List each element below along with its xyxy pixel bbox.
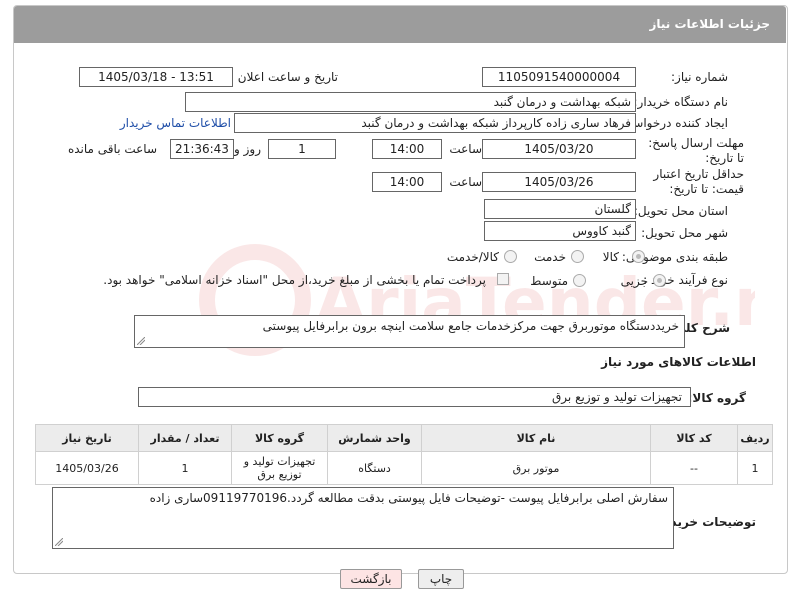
buyer-field: شبکه بهداشت و درمان گنبد [185,92,636,112]
description-text: خریددستگاه موتوربرق جهت مرکزخدمات جامع س… [262,319,679,333]
buyer-contact-link[interactable]: اطلاعات تماس خریدار [120,116,231,130]
col-unit: واحد شمارش [327,424,422,452]
cell-quantity: 1 [138,451,232,485]
resize-grip-icon[interactable] [137,337,145,345]
province-label: استان محل تحویل: [633,204,728,218]
creator-field: فرهاد ساری زاده کارپرداز شبکه بهداشت و د… [234,113,636,133]
goods-info-heading: اطلاعات کالاهای مورد نیاز [601,355,756,369]
cell-date: 1405/03/26 [35,451,139,485]
deadline-label: مهلت ارسال پاسخ: تا تاریخ: [648,136,744,165]
buyer-label: نام دستگاه خریدار: [633,95,729,109]
table-header-row: ردیف کد کالا نام کالا واحد شمارش گروه کا… [35,424,773,452]
process-radio-minor[interactable] [653,274,666,287]
category-radio-goods-service[interactable] [504,250,517,263]
remaining-label: ساعت باقی مانده [67,142,157,156]
validity-time-label: ساعت [449,175,482,189]
city-field: گنبد کاووس [484,221,636,241]
days-label: روز و [234,142,261,156]
deadline-time-label: ساعت [449,142,482,156]
goods-table: ردیف کد کالا نام کالا واحد شمارش گروه کا… [35,424,773,485]
cell-group: تجهیزات تولید و توزیع برق [231,451,328,485]
process-radio-medium[interactable] [573,274,586,287]
category-option-service: خدمت [534,250,566,264]
cell-unit: دستگاه [327,451,422,485]
days-remaining-field: 1 [268,139,336,159]
col-code: کد کالا [650,424,738,452]
validity-time-field: 14:00 [372,172,442,192]
table-row: 1 -- موتور برق دستگاه تجهیزات تولید و تو… [35,451,773,485]
cell-code: -- [650,451,738,485]
process-option-medium: متوسط [530,274,568,288]
validity-label: حداقل تاریخ اعتبار قیمت: تا تاریخ: [653,167,744,196]
buyer-notes-text: سفارش اصلی برابرفایل پیوست -توضیحات فایل… [149,491,668,505]
resize-grip-icon[interactable] [55,538,63,546]
treasury-payment-note: پرداخت تمام یا بخشی از مبلغ خرید،از محل … [103,273,486,287]
goods-group-field: تجهیزات تولید و توزیع برق [138,387,691,407]
goods-group-value: تجهیزات تولید و توزیع برق [552,390,682,404]
category-option-goods-service: کالا/خدمت [446,250,499,264]
category-radio-goods[interactable] [632,250,645,263]
description-field: خریددستگاه موتوربرق جهت مرکزخدمات جامع س… [134,315,685,348]
col-row: ردیف [737,424,773,452]
panel-title: جزئیات اطلاعات نیاز [649,17,770,31]
remaining-time-field: 21:36:43 [170,139,234,159]
cell-name: موتور برق [421,451,651,485]
announce-field: 1405/03/18 - 13:51 [79,67,233,87]
process-option-minor: جزیی [620,274,648,288]
print-button[interactable]: چاپ [418,569,464,589]
col-name: نام کالا [421,424,651,452]
back-button[interactable]: بازگشت [340,569,402,589]
buyer-notes-field: سفارش اصلی برابرفایل پیوست -توضیحات فایل… [52,487,674,549]
category-option-goods: کالا [602,250,619,264]
city-label: شهر محل تحویل: [641,226,728,240]
col-date: تاریخ نیاز [35,424,139,452]
need-number-label: شماره نیاز: [671,70,728,84]
panel-header: جزئیات اطلاعات نیاز [14,6,786,43]
deadline-date-field: 1405/03/20 [482,139,636,159]
validity-date-field: 1405/03/26 [482,172,636,192]
deadline-time-field: 14:00 [372,139,442,159]
treasury-payment-checkbox[interactable] [497,273,509,285]
need-number-field: 1105091540000004 [482,67,636,87]
goods-group-label: گروه کالا: [687,391,746,405]
col-group: گروه کالا [231,424,328,452]
col-quantity: تعداد / مقدار [138,424,232,452]
province-field: گلستان [484,199,636,219]
cell-row: 1 [737,451,773,485]
category-radio-service[interactable] [571,250,584,263]
